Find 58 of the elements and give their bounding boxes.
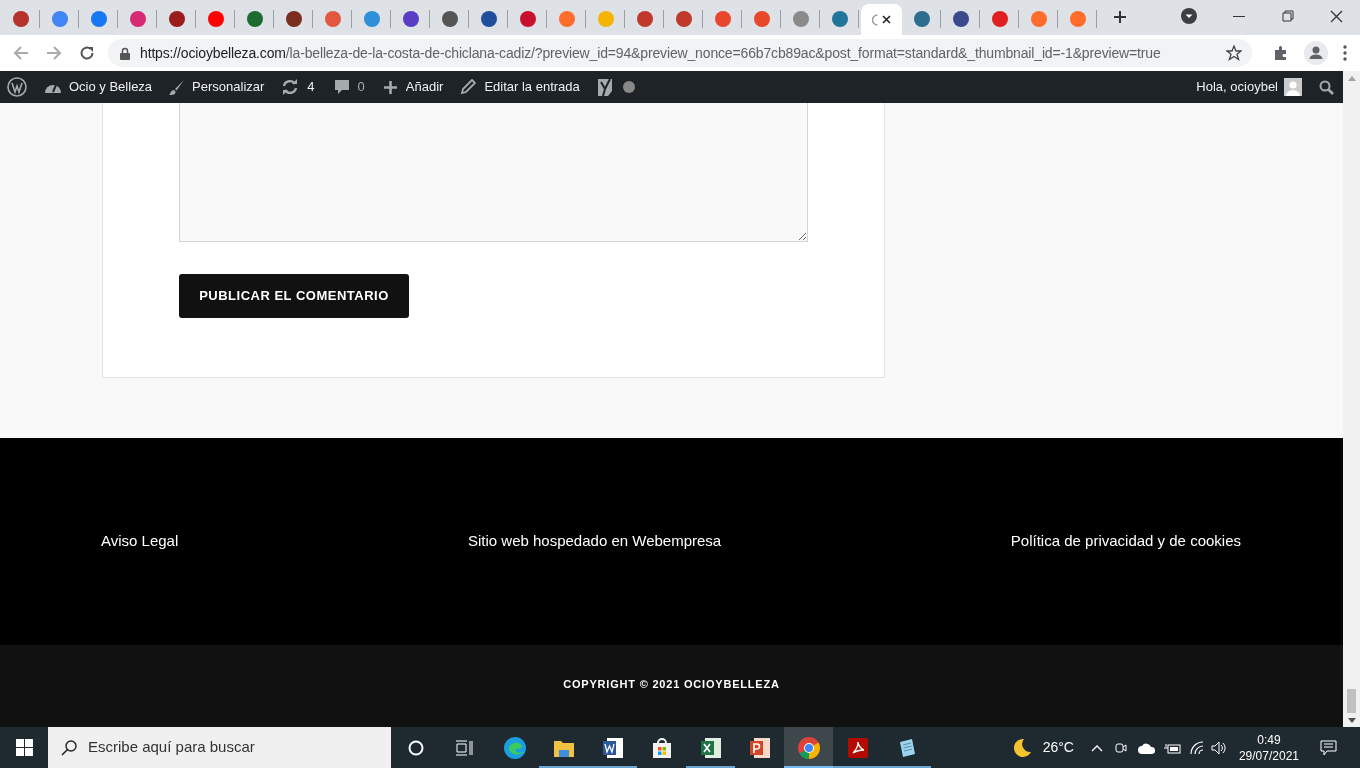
submit-comment-button[interactable]: PUBLICAR EL COMENTARIO [179,274,409,318]
reload-icon[interactable] [79,45,95,61]
star-icon[interactable] [1226,45,1242,61]
windows-start-icon[interactable] [16,739,33,756]
search-input[interactable]: Escribe aquí para buscar [88,736,368,759]
new-content-link[interactable]: Añadir [405,77,444,97]
notifications-icon[interactable] [1320,739,1337,756]
footer-link[interactable]: Política de privacidad y de cookies [1010,530,1241,553]
comment-icon [333,79,350,95]
user-greeting-link[interactable]: Hola, ocioybel [1196,77,1278,97]
updates-icon [281,79,300,95]
powerpoint-app-icon [747,735,772,760]
minimize-icon[interactable] [1233,16,1245,18]
word-app-icon [600,735,625,760]
browser-tab[interactable] [861,4,902,35]
excel-app-icon [698,735,723,760]
acrobat-app-icon [845,735,870,760]
address-bar[interactable]: https://ocioybelleza.com/la-belleza-de-la-costa-de-chiclana-cadiz/?preview_id=94&preview_nonce=66b7cb89ac&post_format=standard&_thumbnail_id=-1&preview=true [108,39,1252,67]
pencil-icon [460,79,477,95]
seo-plugin-icon[interactable] [595,77,614,97]
edit-post-link[interactable]: Editar la entrada [484,77,580,97]
comments-count[interactable]: 0 [357,77,365,97]
cortana-icon[interactable] [408,739,424,756]
temperature-text[interactable]: 26°C [1042,737,1074,758]
site-name-link[interactable]: Ocio y Belleza [69,77,153,97]
scrollbar-thumb[interactable] [1347,689,1356,713]
updates-count[interactable]: 4 [307,77,315,97]
comment-field[interactable] [179,103,808,242]
menu-icon[interactable] [1343,45,1347,61]
edge-app-icon [502,735,527,760]
copyright-text: COPYRIGHT © 2021 OCIOYBELLEZA [563,676,780,692]
restore-icon[interactable] [1282,10,1294,22]
search-icon [61,739,77,756]
search-icon[interactable] [1319,79,1334,95]
new-tab-icon[interactable] [1113,10,1127,24]
moon-icon[interactable] [1011,737,1032,758]
customize-link[interactable]: Personalizar [192,77,265,97]
chrome-app-icon [796,735,821,760]
footer-link[interactable]: Aviso Legal [101,530,179,553]
status-dot-icon [622,81,635,93]
footer-link[interactable]: Sitio web hospedado en Webempresa [467,530,722,553]
wordpress-logo-icon[interactable] [7,77,27,97]
taskbar-search-field[interactable]: Escribe aquí para buscar [48,727,391,768]
scroll-down-icon[interactable] [1347,718,1356,723]
wifi-icon[interactable] [1189,740,1206,755]
chevron-up-icon[interactable] [1090,743,1103,752]
cloud-icon[interactable] [1137,741,1156,754]
profile-icon[interactable] [1304,41,1328,65]
plus-icon [383,80,397,94]
close-icon[interactable] [1330,10,1343,23]
task-view-icon[interactable] [455,739,473,756]
speaker-icon[interactable] [1210,740,1227,755]
tab-search-icon[interactable] [1181,8,1197,24]
lock-icon [120,46,130,60]
close-tab-icon[interactable] [882,15,891,24]
extensions-icon[interactable] [1273,45,1289,61]
scrollbar[interactable] [1343,71,1360,727]
clock[interactable]: 0:49 29/07/2021 [1236,731,1301,764]
